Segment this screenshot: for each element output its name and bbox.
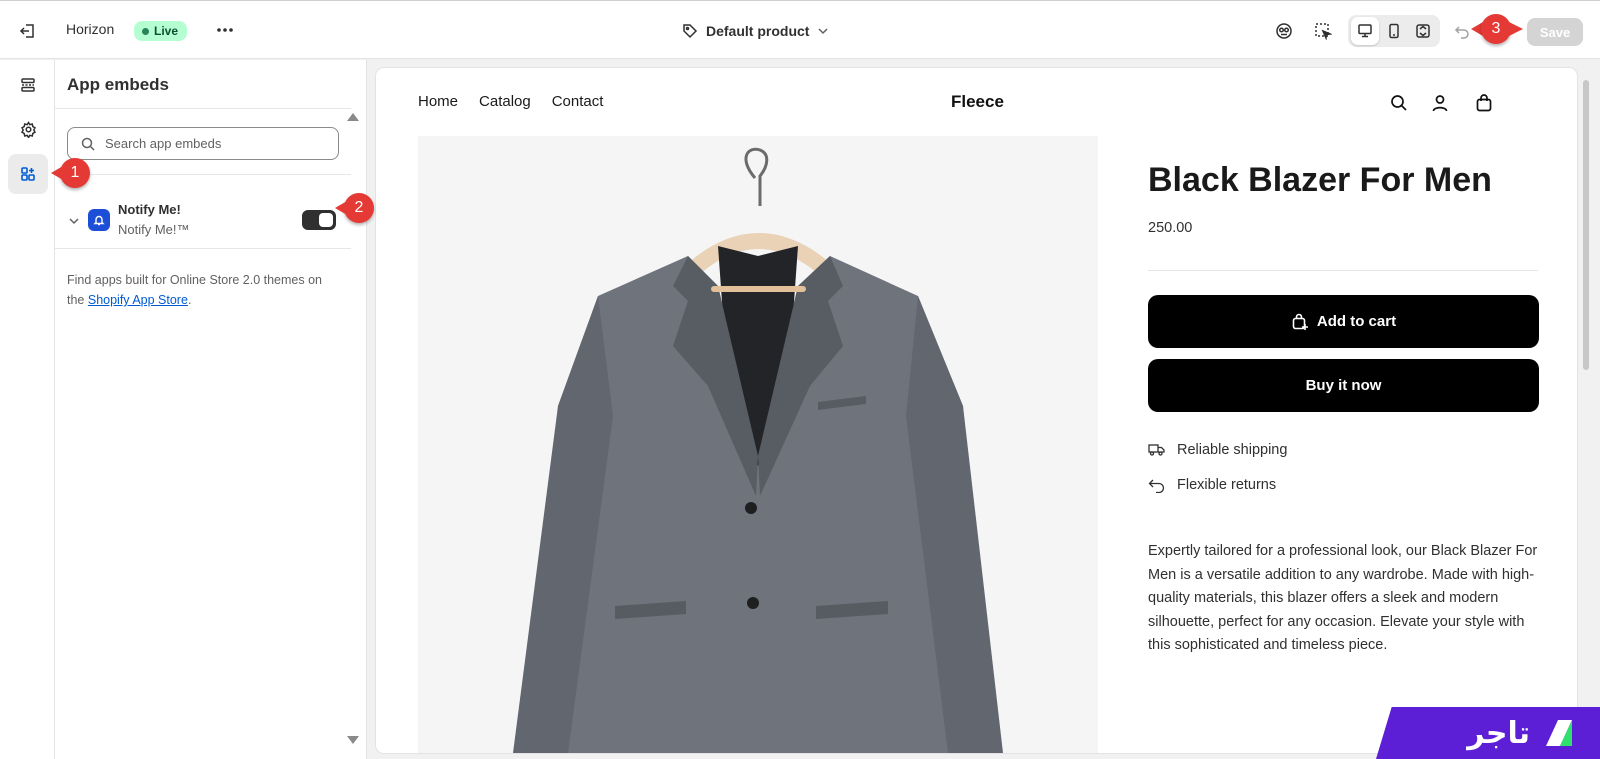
cart-add-icon [1292,313,1308,330]
step-marker-2: 2 [335,193,374,223]
blazer-illustration [513,147,1003,753]
chevron-down-icon[interactable] [67,214,81,228]
scroll-down-icon[interactable] [347,736,359,744]
feature-shipping-label: Reliable shipping [1177,441,1288,458]
app-store-link[interactable]: Shopify App Store [88,293,188,307]
fullscreen-view-icon[interactable] [1409,17,1437,45]
app-embeds-panel: App embeds Notify Me! Notify Me!™ Find a… [55,60,367,759]
store-preview: Home Catalog Contact Fleece Black Blazer… [376,68,1577,753]
bell-icon [93,215,105,226]
select-element-icon[interactable] [1311,19,1335,43]
left-rail [0,60,55,759]
mobile-view-icon[interactable] [1380,17,1408,45]
app-embed-subtitle: Notify Me!™ [118,222,190,237]
scroll-up-icon[interactable] [347,113,359,121]
divider [55,248,351,249]
live-badge-label: Live [154,24,179,38]
feature-returns-label: Flexible returns [1177,476,1277,493]
desktop-view-icon[interactable] [1351,17,1379,45]
theme-settings-icon[interactable] [8,109,48,149]
undo-icon[interactable] [1452,21,1472,41]
truck-icon [1148,444,1165,456]
nav-catalog[interactable]: Catalog [479,93,531,110]
buy-now-label: Buy it now [1305,377,1382,394]
account-icon[interactable] [1429,92,1451,114]
divider [55,174,351,175]
app-store-info: Find apps built for Online Store 2.0 the… [67,270,337,310]
marker-arrow-icon [1509,22,1523,36]
theme-name: Horizon [66,21,115,37]
preview-scrollbar[interactable] [1581,68,1591,753]
product-price: 250.00 [1148,220,1193,236]
cart-icon[interactable] [1473,92,1495,114]
add-to-cart-label: Add to cart [1316,313,1397,330]
app-embeds-icon[interactable] [8,154,48,194]
buy-now-button[interactable]: Buy it now [1148,359,1539,412]
more-actions-icon[interactable] [214,19,236,41]
live-dot-icon [142,27,149,35]
template-selector-label: Default product [706,23,810,39]
toggle-knob [319,213,333,227]
return-icon [1148,479,1165,493]
divider [1148,270,1538,271]
nav-home[interactable]: Home [418,93,458,110]
brand-logo-text: تاجر [1467,715,1530,751]
store-nav: Home Catalog Contact [418,93,603,110]
sections-icon[interactable] [8,65,48,105]
template-selector[interactable]: Default product [682,19,829,43]
nav-contact[interactable]: Contact [552,93,604,110]
brand-logo-icon [1546,720,1572,746]
brand-badge: تاجر [1376,707,1600,759]
save-button[interactable]: Save [1527,18,1583,46]
chevron-down-icon [818,28,828,35]
scrollbar-thumb[interactable] [1583,80,1589,370]
search-icon [81,137,95,151]
product-description: Expertly tailored for a professional loo… [1148,543,1538,653]
notify-app-logo [88,209,110,231]
app-embed-item: Notify Me! Notify Me!™ [55,182,351,258]
step-marker-3: 3 [1481,14,1511,44]
product-image[interactable] [418,136,1098,753]
panel-title: App embeds [67,75,170,94]
exit-icon[interactable] [17,20,39,42]
editor-topbar: Horizon Live Default product Save [0,0,1600,59]
step-marker-1: 1 [51,158,90,188]
search-box [67,127,339,160]
divider [55,108,351,109]
store-brand[interactable]: Fleece [951,92,1004,112]
search-input[interactable] [105,136,325,151]
app-embed-name: Notify Me! [118,202,181,217]
feature-returns: Flexible returns [1148,476,1276,493]
product-title: Black Blazer For Men [1148,161,1492,199]
info-suffix: . [187,293,192,307]
add-to-cart-button[interactable]: Add to cart [1148,295,1539,348]
viewport-switcher [1348,15,1440,47]
app-embed-toggle[interactable] [302,210,336,230]
search-icon[interactable] [1388,92,1410,114]
live-badge: Live [134,21,188,41]
inspector-icon[interactable] [1272,19,1296,43]
tag-icon [683,24,698,39]
feature-shipping: Reliable shipping [1148,441,1287,458]
